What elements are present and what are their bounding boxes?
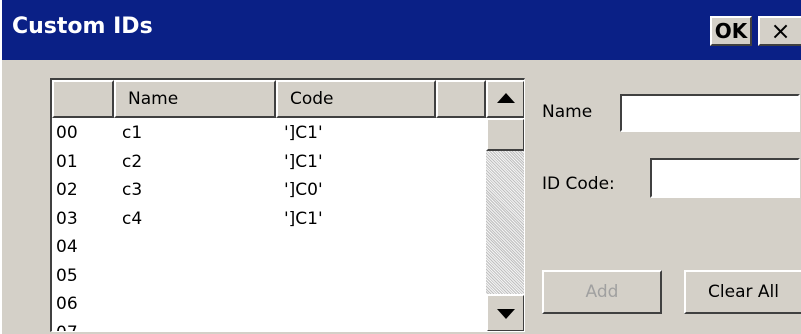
list-row[interactable]: 04 — [52, 234, 486, 263]
name-input[interactable] — [620, 94, 800, 132]
column-header-extra[interactable] — [436, 80, 486, 118]
list-rows: 00 c1 ']C1' 01 c2 ']C1' 02 c3 ']C0' 03 c… — [52, 120, 486, 332]
row-code: ']C1' — [284, 208, 323, 229]
row-name: c1 — [122, 123, 143, 143]
dialog-content: Name Code 00 c1 ']C1' 01 c2 ']C1' 02 c3 — [2, 60, 801, 334]
row-index: 07 — [56, 323, 78, 332]
id-code-label: ID Code: — [542, 174, 615, 194]
list-row[interactable]: 00 c1 ']C1' — [52, 120, 486, 149]
row-index: 06 — [56, 294, 78, 314]
list-header: Name Code — [52, 80, 486, 118]
row-index: 02 — [56, 180, 78, 200]
column-header-index[interactable] — [52, 80, 114, 118]
list-scrollbar[interactable] — [486, 80, 524, 331]
list-row[interactable]: 01 c2 ']C1' — [52, 149, 486, 178]
column-header-code[interactable]: Code — [276, 80, 436, 118]
scroll-up-button[interactable] — [486, 80, 524, 118]
row-index: 05 — [56, 265, 78, 286]
list-row[interactable]: 03 c4 ']C1' — [52, 206, 486, 235]
row-name: c3 — [122, 180, 143, 200]
list-row[interactable]: 02 c3 ']C0' — [52, 177, 486, 206]
clear-all-button[interactable]: Clear All — [684, 270, 801, 314]
window-title: Custom IDs — [12, 14, 153, 39]
list-row[interactable]: 07 — [52, 320, 486, 332]
list-row[interactable]: 06 — [52, 291, 486, 320]
row-index: 03 — [56, 208, 78, 229]
row-code: ']C1' — [284, 123, 323, 143]
arrow-up-icon — [497, 93, 515, 103]
scroll-thumb[interactable] — [486, 118, 524, 151]
close-icon: × — [770, 17, 791, 45]
row-name: c4 — [122, 208, 143, 229]
custom-ids-list[interactable]: Name Code 00 c1 ']C1' 01 c2 ']C1' 02 c3 — [50, 78, 525, 332]
id-code-input[interactable] — [650, 158, 800, 198]
row-index: 04 — [56, 237, 78, 257]
ok-button[interactable]: OK — [710, 16, 752, 46]
custom-ids-dialog: Custom IDs OK × Name Code 00 c1 ']C1' 01 — [0, 0, 801, 334]
list-row[interactable]: 05 — [52, 263, 486, 292]
arrow-down-icon — [497, 309, 515, 319]
row-index: 00 — [56, 123, 78, 143]
row-index: 01 — [56, 151, 78, 172]
name-label: Name — [542, 102, 593, 122]
scroll-down-button[interactable] — [486, 294, 524, 331]
add-button[interactable]: Add — [542, 270, 662, 314]
close-button[interactable]: × — [758, 16, 801, 46]
title-bar: Custom IDs OK × — [2, 0, 801, 60]
row-name: c2 — [122, 151, 143, 172]
row-code: ']C1' — [284, 151, 323, 172]
column-header-name[interactable]: Name — [114, 80, 276, 118]
row-code: ']C0' — [284, 180, 323, 200]
